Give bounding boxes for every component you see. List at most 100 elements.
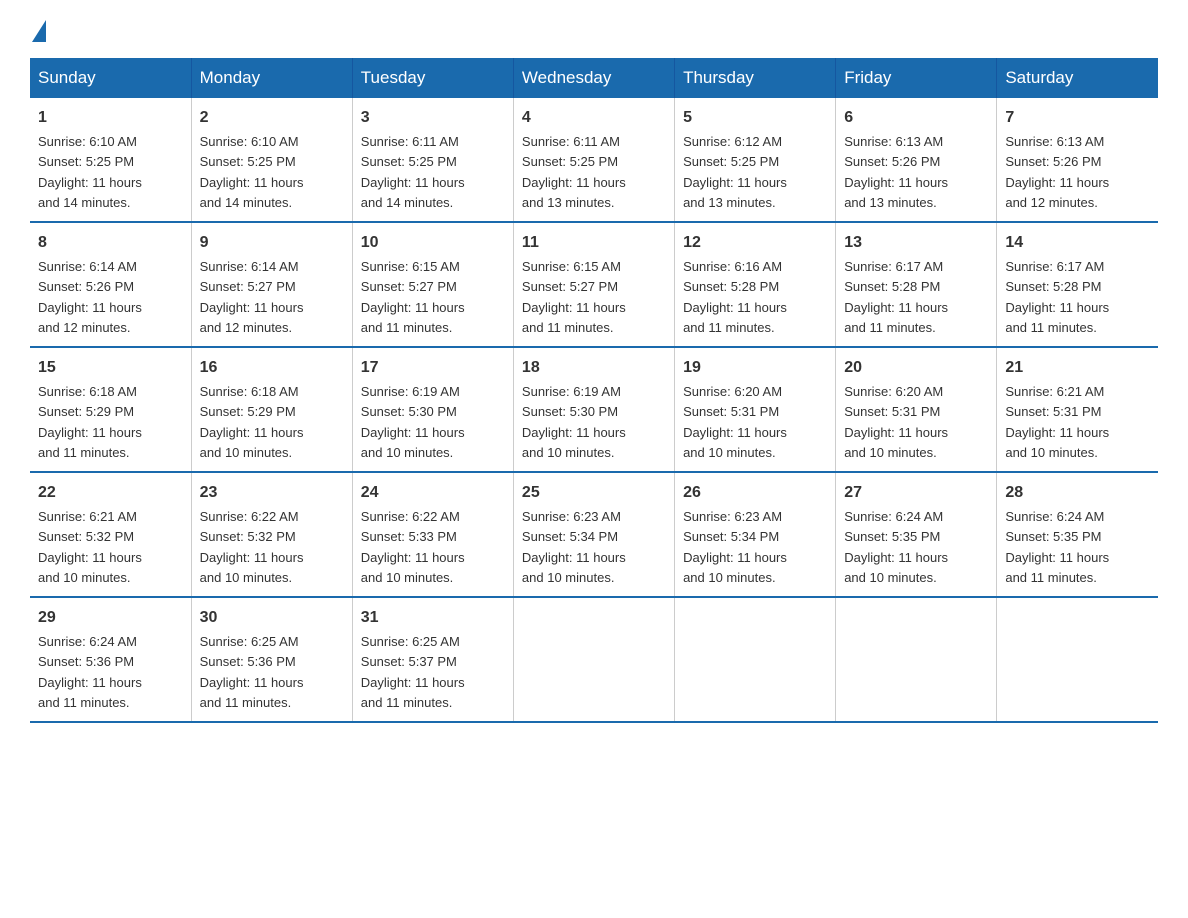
day-number: 9	[200, 231, 344, 255]
calendar-cell	[997, 597, 1158, 722]
column-header-tuesday: Tuesday	[352, 58, 513, 98]
calendar-header-row: SundayMondayTuesdayWednesdayThursdayFrid…	[30, 58, 1158, 98]
day-info: Sunrise: 6:23 AMSunset: 5:34 PMDaylight:…	[683, 509, 787, 585]
day-info: Sunrise: 6:12 AMSunset: 5:25 PMDaylight:…	[683, 134, 787, 210]
day-info: Sunrise: 6:10 AMSunset: 5:25 PMDaylight:…	[200, 134, 304, 210]
day-number: 28	[1005, 481, 1150, 505]
day-info: Sunrise: 6:18 AMSunset: 5:29 PMDaylight:…	[38, 384, 142, 460]
calendar-table: SundayMondayTuesdayWednesdayThursdayFrid…	[30, 58, 1158, 723]
day-number: 10	[361, 231, 505, 255]
day-number: 14	[1005, 231, 1150, 255]
day-number: 27	[844, 481, 988, 505]
calendar-cell: 1 Sunrise: 6:10 AMSunset: 5:25 PMDaylight…	[30, 98, 191, 222]
calendar-cell: 4 Sunrise: 6:11 AMSunset: 5:25 PMDaylight…	[513, 98, 674, 222]
day-number: 21	[1005, 356, 1150, 380]
calendar-cell: 16 Sunrise: 6:18 AMSunset: 5:29 PMDayligh…	[191, 347, 352, 472]
calendar-cell: 31Sunrise: 6:25 AMSunset: 5:37 PMDayligh…	[352, 597, 513, 722]
logo	[30, 20, 48, 38]
calendar-cell: 6 Sunrise: 6:13 AMSunset: 5:26 PMDaylight…	[836, 98, 997, 222]
day-number: 29	[38, 606, 183, 630]
day-number: 13	[844, 231, 988, 255]
logo-text	[30, 20, 48, 42]
day-info: Sunrise: 6:19 AMSunset: 5:30 PMDaylight:…	[522, 384, 626, 460]
calendar-cell: 18 Sunrise: 6:19 AMSunset: 5:30 PMDayligh…	[513, 347, 674, 472]
calendar-cell: 8 Sunrise: 6:14 AMSunset: 5:26 PMDaylight…	[30, 222, 191, 347]
calendar-week-row: 15 Sunrise: 6:18 AMSunset: 5:29 PMDayligh…	[30, 347, 1158, 472]
day-info: Sunrise: 6:19 AMSunset: 5:30 PMDaylight:…	[361, 384, 465, 460]
calendar-cell: 30Sunrise: 6:25 AMSunset: 5:36 PMDayligh…	[191, 597, 352, 722]
calendar-cell: 25 Sunrise: 6:23 AMSunset: 5:34 PMDayligh…	[513, 472, 674, 597]
day-number: 18	[522, 356, 666, 380]
calendar-week-row: 29 Sunrise: 6:24 AMSunset: 5:36 PMDayligh…	[30, 597, 1158, 722]
calendar-cell: 13 Sunrise: 6:17 AMSunset: 5:28 PMDayligh…	[836, 222, 997, 347]
day-number: 12	[683, 231, 827, 255]
day-number: 30	[200, 606, 344, 630]
day-info: Sunrise: 6:22 AMSunset: 5:33 PMDaylight:…	[361, 509, 465, 585]
column-header-friday: Friday	[836, 58, 997, 98]
day-number: 20	[844, 356, 988, 380]
calendar-cell	[513, 597, 674, 722]
calendar-cell: 7 Sunrise: 6:13 AMSunset: 5:26 PMDaylight…	[997, 98, 1158, 222]
day-info: Sunrise: 6:17 AMSunset: 5:28 PMDaylight:…	[844, 259, 948, 335]
calendar-cell: 28 Sunrise: 6:24 AMSunset: 5:35 PMDayligh…	[997, 472, 1158, 597]
day-info: Sunrise: 6:22 AMSunset: 5:32 PMDaylight:…	[200, 509, 304, 585]
calendar-cell: 21 Sunrise: 6:21 AMSunset: 5:31 PMDayligh…	[997, 347, 1158, 472]
calendar-cell: 22Sunrise: 6:21 AMSunset: 5:32 PMDayligh…	[30, 472, 191, 597]
day-info: Sunrise: 6:24 AMSunset: 5:36 PMDaylight:…	[38, 634, 142, 710]
day-number: 7	[1005, 106, 1150, 130]
calendar-cell: 10 Sunrise: 6:15 AMSunset: 5:27 PMDayligh…	[352, 222, 513, 347]
day-info: Sunrise: 6:20 AMSunset: 5:31 PMDaylight:…	[844, 384, 948, 460]
day-number: 24	[361, 481, 505, 505]
day-info: Sunrise: 6:24 AMSunset: 5:35 PMDaylight:…	[844, 509, 948, 585]
day-info: Sunrise: 6:11 AMSunset: 5:25 PMDaylight:…	[361, 134, 465, 210]
calendar-cell: 24 Sunrise: 6:22 AMSunset: 5:33 PMDayligh…	[352, 472, 513, 597]
calendar-cell: 20 Sunrise: 6:20 AMSunset: 5:31 PMDayligh…	[836, 347, 997, 472]
calendar-cell: 29 Sunrise: 6:24 AMSunset: 5:36 PMDayligh…	[30, 597, 191, 722]
day-info: Sunrise: 6:13 AMSunset: 5:26 PMDaylight:…	[844, 134, 948, 210]
day-info: Sunrise: 6:15 AMSunset: 5:27 PMDaylight:…	[522, 259, 626, 335]
logo-triangle-icon	[32, 20, 46, 42]
day-info: Sunrise: 6:20 AMSunset: 5:31 PMDaylight:…	[683, 384, 787, 460]
calendar-cell: 11Sunrise: 6:15 AMSunset: 5:27 PMDayligh…	[513, 222, 674, 347]
calendar-cell: 26 Sunrise: 6:23 AMSunset: 5:34 PMDayligh…	[675, 472, 836, 597]
day-info: Sunrise: 6:23 AMSunset: 5:34 PMDaylight:…	[522, 509, 626, 585]
day-number: 25	[522, 481, 666, 505]
day-number: 16	[200, 356, 344, 380]
day-info: Sunrise: 6:24 AMSunset: 5:35 PMDaylight:…	[1005, 509, 1109, 585]
day-info: Sunrise: 6:13 AMSunset: 5:26 PMDaylight:…	[1005, 134, 1109, 210]
day-number: 6	[844, 106, 988, 130]
calendar-cell: 12 Sunrise: 6:16 AMSunset: 5:28 PMDayligh…	[675, 222, 836, 347]
calendar-cell: 23Sunrise: 6:22 AMSunset: 5:32 PMDayligh…	[191, 472, 352, 597]
day-info: Sunrise: 6:17 AMSunset: 5:28 PMDaylight:…	[1005, 259, 1109, 335]
day-info: Sunrise: 6:14 AMSunset: 5:26 PMDaylight:…	[38, 259, 142, 335]
day-info: Sunrise: 6:16 AMSunset: 5:28 PMDaylight:…	[683, 259, 787, 335]
column-header-thursday: Thursday	[675, 58, 836, 98]
column-header-sunday: Sunday	[30, 58, 191, 98]
calendar-cell: 17 Sunrise: 6:19 AMSunset: 5:30 PMDayligh…	[352, 347, 513, 472]
calendar-cell: 9 Sunrise: 6:14 AMSunset: 5:27 PMDaylight…	[191, 222, 352, 347]
calendar-cell: 27 Sunrise: 6:24 AMSunset: 5:35 PMDayligh…	[836, 472, 997, 597]
day-number: 1	[38, 106, 183, 130]
calendar-cell: 5 Sunrise: 6:12 AMSunset: 5:25 PMDaylight…	[675, 98, 836, 222]
calendar-cell	[836, 597, 997, 722]
calendar-cell: 3 Sunrise: 6:11 AMSunset: 5:25 PMDaylight…	[352, 98, 513, 222]
day-info: Sunrise: 6:21 AMSunset: 5:31 PMDaylight:…	[1005, 384, 1109, 460]
day-number: 22	[38, 481, 183, 505]
day-number: 5	[683, 106, 827, 130]
day-number: 3	[361, 106, 505, 130]
calendar-cell: 19 Sunrise: 6:20 AMSunset: 5:31 PMDayligh…	[675, 347, 836, 472]
day-info: Sunrise: 6:18 AMSunset: 5:29 PMDaylight:…	[200, 384, 304, 460]
day-info: Sunrise: 6:14 AMSunset: 5:27 PMDaylight:…	[200, 259, 304, 335]
day-number: 19	[683, 356, 827, 380]
day-number: 15	[38, 356, 183, 380]
day-number: 17	[361, 356, 505, 380]
page-header	[30, 20, 1158, 38]
day-info: Sunrise: 6:25 AMSunset: 5:37 PMDaylight:…	[361, 634, 465, 710]
day-number: 8	[38, 231, 183, 255]
day-number: 4	[522, 106, 666, 130]
day-info: Sunrise: 6:15 AMSunset: 5:27 PMDaylight:…	[361, 259, 465, 335]
day-info: Sunrise: 6:10 AMSunset: 5:25 PMDaylight:…	[38, 134, 142, 210]
calendar-week-row: 22Sunrise: 6:21 AMSunset: 5:32 PMDayligh…	[30, 472, 1158, 597]
day-info: Sunrise: 6:11 AMSunset: 5:25 PMDaylight:…	[522, 134, 626, 210]
day-number: 26	[683, 481, 827, 505]
